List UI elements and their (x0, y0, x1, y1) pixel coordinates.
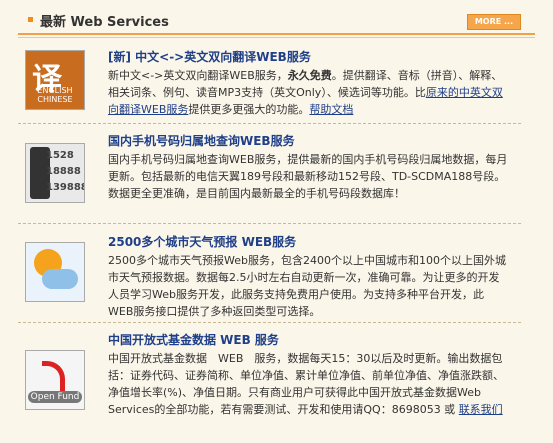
mobile-thumbnail[interactable]: 1528 18888 139888 (25, 143, 85, 203)
header-divider-thin (18, 37, 535, 38)
section-title: 最新 Web Services (40, 15, 169, 30)
item-title[interactable]: 国内手机号码归属地查询WEB服务 (108, 134, 508, 148)
weather-thumbnail[interactable] (25, 242, 85, 302)
list-item: 国内手机号码归属地查询WEB服务 国内手机号码归属地查询WEB服务，提供最新的国… (108, 134, 508, 202)
list-item: [新] 中文<->英文双向翻译WEB服务 新中文<->英文双向翻译WEB服务，永… (108, 50, 508, 118)
item-divider (18, 123, 521, 125)
more-button[interactable]: MORE ... (467, 14, 521, 30)
item-description: 新中文<->英文双向翻译WEB服务，永久免费。提供翻译、音标（拼音）、解释、相关… (108, 69, 503, 116)
thumb-text: ENGLISH CHINESE (37, 86, 73, 104)
bullet-icon (28, 17, 33, 22)
cloud-icon (42, 269, 78, 289)
item-description: 中国开放式基金数据 WEB 服务，数据每天15：30以后及时更新。输出数据包括：… (108, 352, 504, 416)
item-divider (18, 322, 521, 324)
contact-link[interactable]: 联系我们 (459, 403, 503, 416)
item-divider (18, 223, 521, 225)
item-description: 2500多个城市天气预报Web服务，包含2400个以上中国城市和100个以上国外… (108, 254, 506, 318)
section-header: 最新 Web Services MORE ... (0, 0, 553, 40)
translation-thumbnail[interactable]: 译 ENGLISH CHINESE (25, 50, 85, 110)
header-divider (18, 33, 535, 35)
item-title[interactable]: 2500多个城市天气预报 WEB服务 (108, 235, 508, 249)
help-doc-link[interactable]: 帮助文档 (309, 103, 353, 116)
item-description: 国内手机号码归属地查询WEB服务，提供最新的国内手机号码段归属地数据，每月更新。… (108, 153, 508, 200)
item-title[interactable]: 中国开放式基金数据 WEB 服务 (108, 333, 508, 347)
list-item: 中国开放式基金数据 WEB 服务 中国开放式基金数据 WEB 服务，数据每天15… (108, 333, 508, 418)
list-item: 2500多个城市天气预报 WEB服务 2500多个城市天气预报Web服务，包含2… (108, 235, 508, 320)
arrow-icon (42, 361, 65, 392)
fund-thumbnail[interactable]: Open Fund (25, 350, 85, 410)
item-title[interactable]: [新] 中文<->英文双向翻译WEB服务 (108, 50, 508, 64)
thumb-text: Open Fund (28, 391, 82, 403)
